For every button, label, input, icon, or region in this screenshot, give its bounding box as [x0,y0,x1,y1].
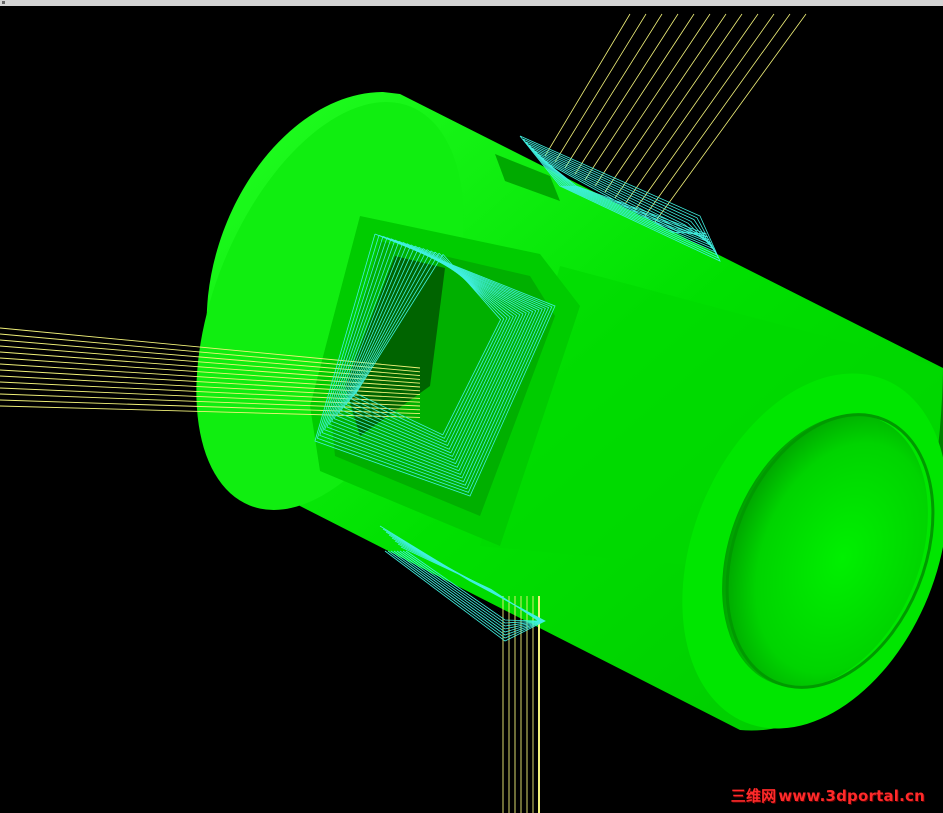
watermark: 三维网 www.3dportal.cn [731,785,925,806]
window-menu-icon[interactable] [2,1,5,4]
3d-viewport[interactable]: 三维网 www.3dportal.cn [0,6,943,813]
cam-scene [0,13,943,813]
top-approach-line [654,13,807,223]
watermark-url: www.3dportal.cn [778,787,925,805]
top-approach-line [604,13,727,193]
top-approach-line [564,13,663,169]
top-approach-line [624,13,759,205]
top-approach-line [644,13,791,217]
watermark-cn: 三维网 [730,787,777,805]
top-approach-line [594,13,711,187]
top-approach-line [584,13,695,181]
top-approach-line [554,13,647,163]
top-approach-line [634,13,775,211]
